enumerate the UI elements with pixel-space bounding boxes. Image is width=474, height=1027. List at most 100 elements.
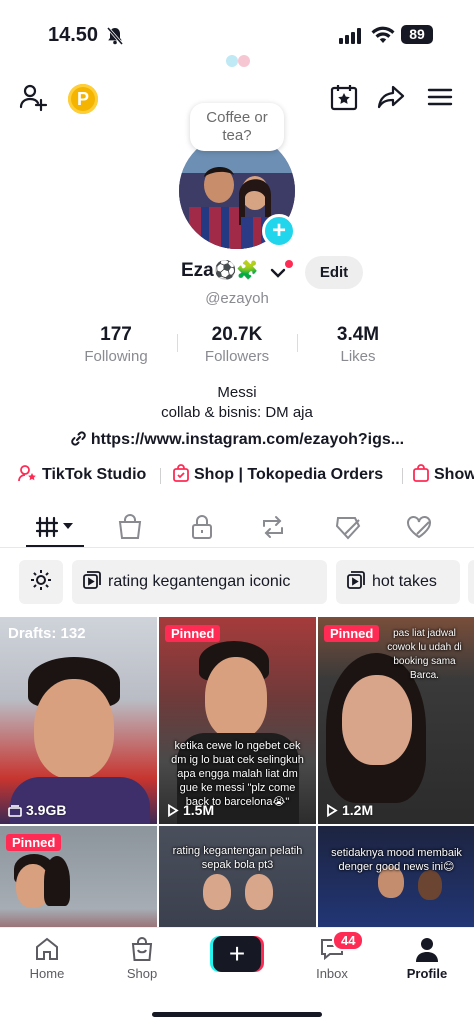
profile-link[interactable]: https://www.instagram.com/ezayoh?igs... <box>0 430 474 449</box>
video-tile[interactable]: Pinned <box>0 826 157 927</box>
profile-handle: @ezayoh <box>205 290 269 307</box>
stat-value: 3.4M <box>336 324 380 345</box>
bag-icon <box>115 514 145 546</box>
stat-following[interactable]: 177 Following <box>61 324 171 365</box>
stat-value: 20.7K <box>211 324 263 345</box>
video-caption: rating kegantengan pelatih sepak bola pt… <box>172 845 303 871</box>
profile-name-emoji: ⚽🧩 <box>214 260 259 280</box>
playlist-label: rating kegantengan iconic <box>108 573 291 590</box>
status-time: 14.50 <box>48 24 99 46</box>
link-text: https://www.instagram.com/ezayoh?igs... <box>90 431 405 448</box>
wifi-icon <box>371 25 395 50</box>
draft-tile[interactable]: Drafts: 132 3.9GB <box>0 617 157 824</box>
playlist-chip[interactable]: rating kegantengan iconic <box>72 560 327 604</box>
bell-slash-icon <box>105 26 125 51</box>
tab-liked[interactable] <box>404 512 434 542</box>
playlist-chip-partial[interactable] <box>468 560 474 604</box>
shortcut-tiktok-studio[interactable]: TikTok Studio <box>18 464 146 484</box>
tab-reposts[interactable] <box>258 512 288 542</box>
view-count: 1.5M <box>167 802 214 818</box>
tab-favorites[interactable] <box>333 512 363 542</box>
nav-profile[interactable]: Profile <box>392 936 462 981</box>
battery-level: 89 <box>401 25 433 44</box>
studio-icon <box>18 465 42 483</box>
video-tile[interactable]: setidaknya mood membaik denger good news… <box>318 826 474 927</box>
edit-profile-button[interactable]: Edit <box>305 256 363 289</box>
stat-likes[interactable]: 3.4M Likes <box>303 324 413 365</box>
bio-line: Messi <box>217 384 257 401</box>
calendar-star-icon[interactable] <box>329 82 359 117</box>
video-caption: pas liat jadwal cowok lu udah di booking… <box>387 628 462 681</box>
stat-label: Followers <box>204 348 270 365</box>
lock-icon <box>187 515 217 546</box>
drafts-label: Drafts: 132 <box>8 625 86 642</box>
playlist-row: rating kegantengan iconic hot takes <box>0 560 474 604</box>
plus-icon: + <box>213 936 261 972</box>
nav-label: Home <box>29 966 65 981</box>
playlist-icon <box>82 571 108 590</box>
create-button[interactable]: + <box>210 936 264 972</box>
tab-shop[interactable] <box>115 512 145 542</box>
video-thumbnail-art <box>44 856 70 906</box>
profile-name: Eza <box>181 260 214 281</box>
divider <box>177 334 178 352</box>
inbox-count-badge: 44 <box>332 930 365 951</box>
shop-bag-icon <box>172 464 194 483</box>
nav-label: Shop <box>126 966 158 981</box>
name-row: Eza ⚽🧩 Edit <box>0 256 474 290</box>
divider <box>160 468 161 484</box>
drafts-size-value: 3.9GB <box>26 802 67 818</box>
shop-bag-icon <box>107 936 177 962</box>
nav-shop[interactable]: Shop <box>107 936 177 981</box>
home-indicator <box>152 1012 322 1017</box>
video-thumbnail-art <box>34 679 114 779</box>
video-caption: ketika cewe lo ngebet cek dm ig lo buat … <box>171 740 304 808</box>
stat-followers[interactable]: 20.7K Followers <box>182 324 292 365</box>
settings-gear-icon <box>29 570 53 590</box>
playlist-label: hot takes <box>372 573 437 590</box>
shop-bag-icon <box>412 464 434 483</box>
nav-home[interactable]: Home <box>12 936 82 981</box>
nav-label: Inbox <box>316 966 348 981</box>
drafts-size: 3.9GB <box>8 802 66 818</box>
video-tile[interactable]: Pinned ketika cewe lo ngebet cek dm ig l… <box>159 617 316 824</box>
view-count-value: 1.2M <box>342 802 374 818</box>
tab-videos[interactable] <box>35 512 78 542</box>
shortcut-label: Shop | Tokopedia Orders <box>194 466 384 483</box>
add-story-button[interactable]: + <box>262 214 296 248</box>
status-note-bubble[interactable]: Coffee or tea? <box>190 103 284 151</box>
content-tabs <box>0 506 474 548</box>
coin-icon[interactable]: P <box>68 84 98 114</box>
status-bar: 14.50 89 <box>0 0 474 70</box>
link-icon <box>70 431 91 448</box>
shortcut-shop-orders[interactable]: Shop | Tokopedia Orders <box>172 464 383 484</box>
bio-line: collab & bisnis: DM aja <box>161 404 313 421</box>
home-icon <box>12 936 82 962</box>
chevron-down-icon[interactable] <box>270 266 286 284</box>
playlist-chip[interactable]: hot takes <box>336 560 460 604</box>
share-icon[interactable] <box>376 82 406 117</box>
add-friend-icon[interactable] <box>18 82 48 117</box>
video-tile[interactable]: Pinned pas liat jadwal cowok lu udah di … <box>318 617 474 824</box>
video-grid: Drafts: 132 3.9GB Pinned ketika cewe lo … <box>0 617 474 927</box>
menu-icon[interactable] <box>426 82 454 117</box>
pinned-badge: Pinned <box>165 625 221 642</box>
signal-icon <box>339 28 363 49</box>
active-tab-indicator <box>26 545 84 547</box>
divider <box>297 334 298 352</box>
shortcut-label: TikTok Studio <box>42 466 147 483</box>
shortcut-label: Show <box>434 466 474 483</box>
stat-label: Following <box>84 348 148 365</box>
video-thumbnail-art <box>342 675 412 765</box>
shortcut-showcase[interactable]: Show <box>412 464 474 484</box>
bio: Messi collab & bisnis: DM aja <box>0 383 474 423</box>
video-tile[interactable]: rating kegantengan pelatih sepak bola pt… <box>159 826 316 927</box>
repost-icon <box>258 516 288 546</box>
stats-row: 177 Following 20.7K Followers 3.4M Likes <box>0 324 474 368</box>
view-count: 1.2M <box>326 802 373 818</box>
playlist-settings-button[interactable] <box>19 560 63 604</box>
grid-icon <box>35 516 78 546</box>
stat-value: 177 <box>100 324 132 345</box>
tab-private[interactable] <box>187 512 217 542</box>
camera-dots <box>225 54 251 72</box>
